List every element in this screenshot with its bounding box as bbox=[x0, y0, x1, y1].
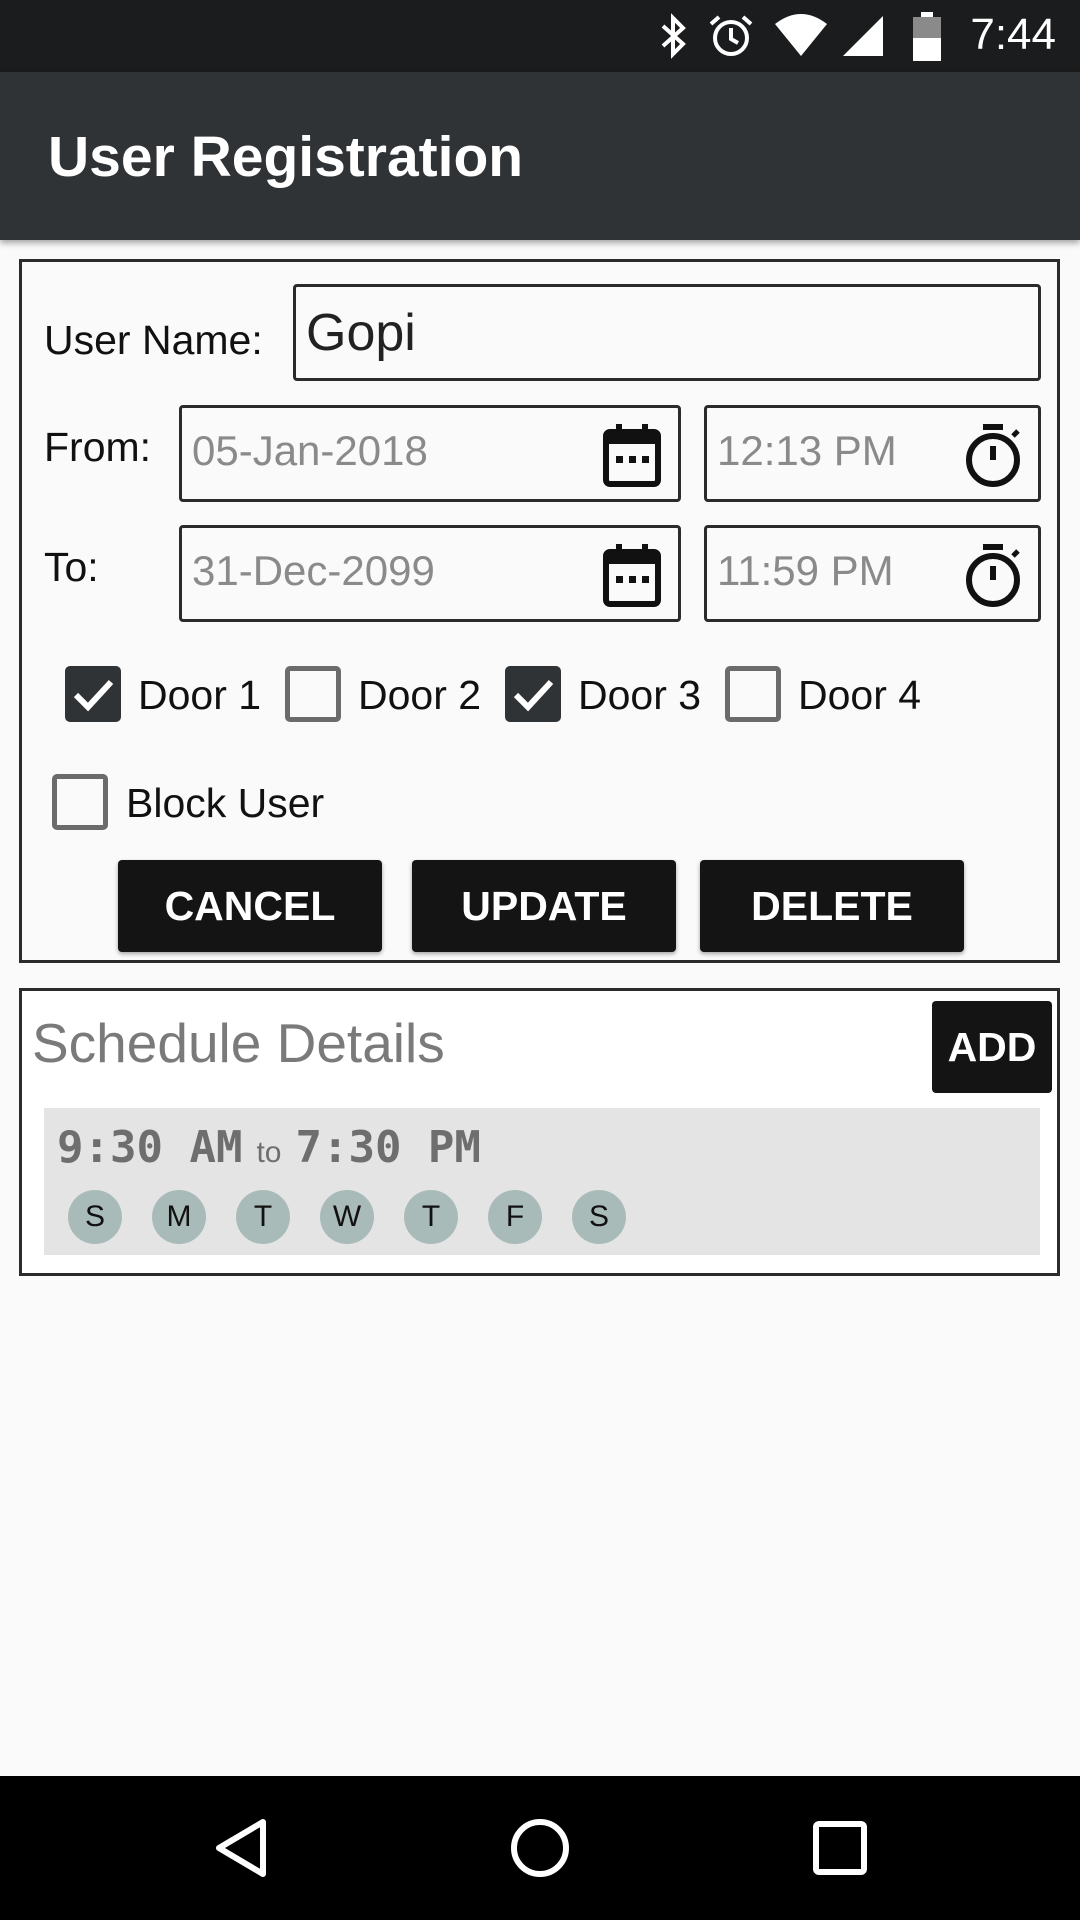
status-bar: 7:44 bbox=[0, 0, 1080, 72]
schedule-panel: Schedule Details ADD 9:30 AM to 7:30 PM S … bbox=[19, 988, 1060, 1276]
calendar-icon bbox=[603, 424, 661, 487]
door-1-checkbox[interactable] bbox=[65, 666, 121, 722]
door-4-checkbox[interactable] bbox=[725, 666, 781, 722]
door-2-checkbox[interactable] bbox=[285, 666, 341, 722]
add-schedule-button[interactable]: ADD bbox=[932, 1001, 1052, 1093]
back-icon[interactable] bbox=[211, 1816, 275, 1880]
schedule-item[interactable]: 9:30 AM to 7:30 PM S M T W T F S bbox=[44, 1108, 1040, 1255]
update-button[interactable]: UPDATE bbox=[412, 860, 676, 952]
cancel-button[interactable]: CANCEL bbox=[118, 860, 382, 952]
check-icon bbox=[73, 679, 114, 712]
battery-icon bbox=[913, 12, 941, 61]
day-chip-friday: F bbox=[488, 1190, 542, 1244]
signal-icon bbox=[843, 16, 883, 56]
wifi-icon bbox=[775, 14, 827, 56]
home-icon[interactable] bbox=[508, 1816, 572, 1880]
door-4-label: Door 4 bbox=[798, 672, 922, 718]
schedule-title: Schedule Details bbox=[32, 1012, 445, 1074]
block-user-checkbox[interactable] bbox=[52, 774, 108, 830]
door-3-checkbox[interactable] bbox=[505, 666, 561, 722]
calendar-icon bbox=[603, 544, 661, 607]
door-2-label: Door 2 bbox=[358, 672, 482, 718]
schedule-to-label: to bbox=[256, 1136, 282, 1169]
schedule-end-time: 7:30 PM bbox=[295, 1122, 481, 1173]
alarm-icon bbox=[709, 15, 753, 56]
day-chip-saturday: S bbox=[572, 1190, 626, 1244]
recents-icon[interactable] bbox=[808, 1816, 872, 1880]
to-date-value: 31-Dec-2099 bbox=[192, 547, 435, 594]
from-time-field[interactable]: 12:13 PM bbox=[704, 405, 1041, 502]
from-date-value: 05-Jan-2018 bbox=[192, 427, 428, 474]
timer-icon bbox=[966, 544, 1020, 607]
timer-icon bbox=[966, 424, 1020, 487]
to-time-value: 11:59 PM bbox=[717, 547, 894, 594]
from-label: From: bbox=[44, 424, 152, 470]
day-chip-tuesday: T bbox=[236, 1190, 290, 1244]
to-date-field[interactable]: 31-Dec-2099 bbox=[179, 525, 681, 622]
schedule-start-time: 9:30 AM bbox=[57, 1122, 243, 1173]
day-chip-wednesday: W bbox=[320, 1190, 374, 1244]
day-chip-monday: M bbox=[152, 1190, 206, 1244]
day-chip-sunday: S bbox=[68, 1190, 122, 1244]
app-bar: User Registration bbox=[0, 72, 1080, 240]
page-title: User Registration bbox=[48, 125, 524, 189]
user-name-label: User Name: bbox=[44, 317, 263, 363]
from-date-field[interactable]: 05-Jan-2018 bbox=[179, 405, 681, 502]
delete-button[interactable]: DELETE bbox=[700, 860, 964, 952]
registration-form: User Name: From: 05-Jan-2018 12:13 PM bbox=[19, 259, 1060, 963]
status-time: 7:44 bbox=[970, 10, 1056, 59]
schedule-time-range: 9:30 AM to 7:30 PM bbox=[57, 1122, 481, 1173]
user-name-input[interactable] bbox=[293, 284, 1041, 381]
door-1-label: Door 1 bbox=[138, 672, 262, 718]
block-user-label: Block User bbox=[126, 780, 325, 826]
navigation-bar bbox=[0, 1776, 1080, 1920]
to-time-field[interactable]: 11:59 PM bbox=[704, 525, 1041, 622]
door-3-label: Door 3 bbox=[578, 672, 702, 718]
day-chip-thursday: T bbox=[404, 1190, 458, 1244]
bluetooth-icon bbox=[661, 13, 686, 59]
from-time-value: 12:13 PM bbox=[717, 427, 897, 474]
check-icon bbox=[513, 679, 554, 712]
screen: 7:44 User Registration User Name: From: … bbox=[0, 0, 1080, 1920]
to-label: To: bbox=[44, 544, 99, 590]
